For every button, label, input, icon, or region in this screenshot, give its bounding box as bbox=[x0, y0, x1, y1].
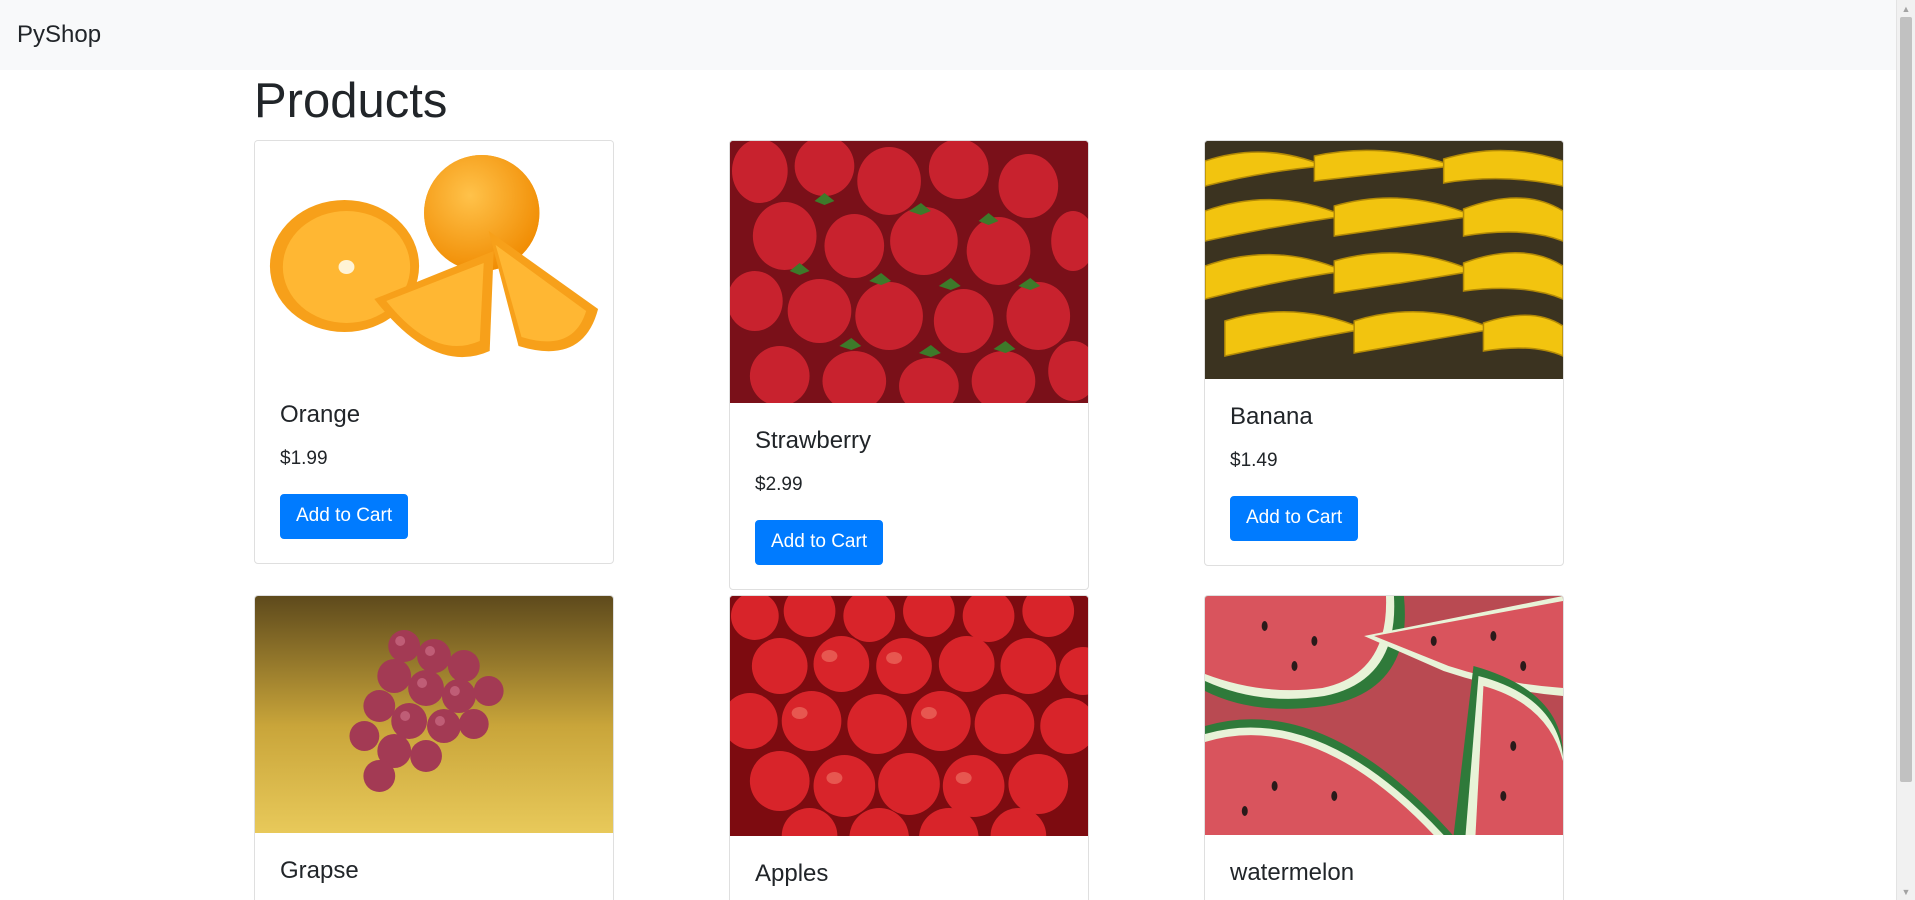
product-name: watermelon bbox=[1230, 859, 1355, 886]
product-card-strawberry: Strawberry $2.99 Add to Cart bbox=[729, 140, 1089, 590]
navbar: PyShop bbox=[0, 0, 1896, 70]
product-name: Apples bbox=[755, 860, 829, 887]
product-card-orange: Orange $1.99 Add to Cart bbox=[254, 140, 614, 564]
product-image-apples bbox=[730, 596, 1088, 836]
product-card-grapes: Grapse bbox=[254, 595, 614, 900]
product-name: Strawberry bbox=[755, 427, 872, 454]
product-price: $1.49 bbox=[1230, 449, 1278, 471]
vertical-scrollbar[interactable]: ▲ ▼ bbox=[1896, 0, 1915, 900]
add-to-cart-button[interactable]: Add to Cart bbox=[755, 519, 884, 565]
product-image-watermelon bbox=[1205, 596, 1563, 835]
scrollbar-thumb[interactable] bbox=[1900, 17, 1912, 782]
product-name: Banana bbox=[1230, 403, 1313, 430]
add-to-cart-button[interactable]: Add to Cart bbox=[1230, 495, 1359, 541]
product-image-banana bbox=[1205, 141, 1563, 379]
add-to-cart-button[interactable]: Add to Cart bbox=[280, 493, 409, 539]
product-image-orange bbox=[255, 141, 613, 377]
product-card-banana: Banana $1.49 Add to Cart bbox=[1204, 140, 1564, 566]
product-name: Orange bbox=[280, 401, 361, 428]
product-image-grapes bbox=[255, 596, 613, 833]
product-price: $2.99 bbox=[755, 473, 803, 495]
product-card-apples: Apples bbox=[729, 595, 1089, 900]
scroll-down-arrow-icon[interactable]: ▼ bbox=[1897, 883, 1915, 900]
scroll-up-arrow-icon[interactable]: ▲ bbox=[1897, 0, 1915, 17]
brand-link[interactable]: PyShop bbox=[17, 21, 101, 49]
product-card-watermelon: watermelon bbox=[1204, 595, 1564, 900]
product-name: Grapse bbox=[280, 857, 359, 884]
product-price: $1.99 bbox=[280, 447, 328, 469]
product-image-strawberry bbox=[730, 141, 1088, 403]
page-title: Products bbox=[254, 74, 448, 128]
